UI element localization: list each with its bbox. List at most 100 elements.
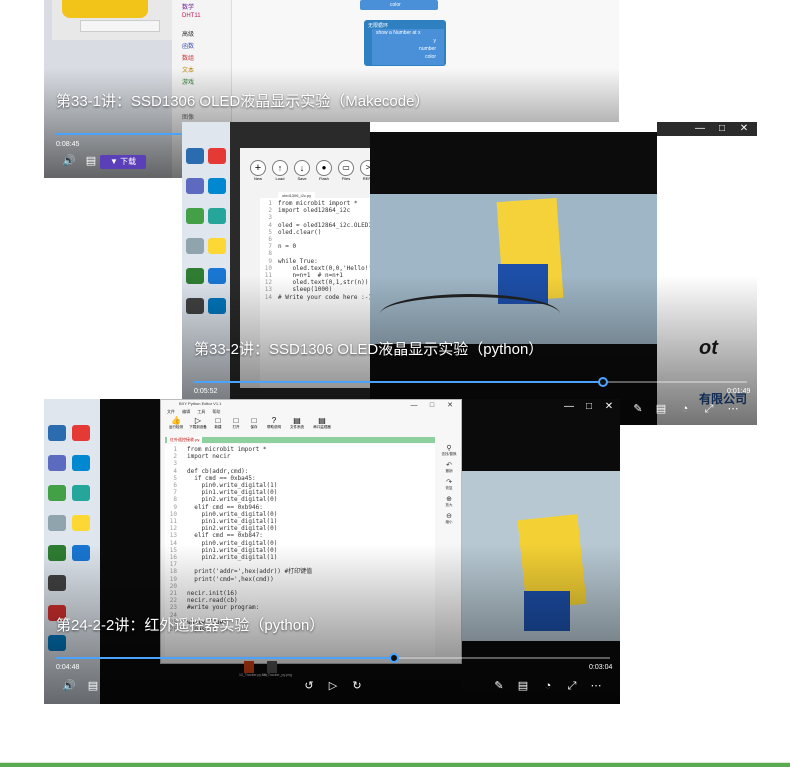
desktop-icon	[48, 485, 66, 501]
desktop-icon	[208, 238, 226, 254]
line-number: 18	[169, 568, 177, 576]
line-number: 17	[169, 561, 177, 569]
toolbar-button-new[interactable]: + New	[248, 160, 268, 181]
subtitle-icon[interactable]: ▤	[86, 679, 100, 693]
progress-fill	[56, 657, 394, 659]
desktop-icon	[208, 208, 226, 224]
sidebar-item[interactable]: DHT11	[182, 13, 201, 19]
line-number: 1	[268, 200, 272, 207]
more-icon[interactable]: ⋯	[589, 679, 603, 693]
close-icon[interactable]: ✕	[602, 401, 616, 413]
toolbar-button[interactable]: □ 新建	[209, 416, 227, 430]
desktop-icon	[48, 455, 66, 471]
code-block[interactable]: color	[360, 0, 438, 10]
editor-tab[interactable]: 红外遥控接收.py	[167, 437, 203, 443]
line-numbers: 1 2 3 4 5 6 7 8 9 10 11 12 13 14	[260, 200, 272, 301]
maximize-icon[interactable]: □	[582, 401, 596, 413]
code-line: pin1.write_digital(1)	[187, 518, 278, 526]
desktop-icon	[186, 178, 204, 194]
code-line: pin0.write_digital(0)	[187, 510, 278, 518]
menu-bar: 文件 编辑 工具 帮助	[167, 409, 220, 415]
pen-icon[interactable]: ✎	[631, 402, 645, 416]
toolbar-button-save[interactable]: ↓ Save	[292, 160, 312, 181]
caption-icon[interactable]: ▤	[654, 402, 668, 416]
video-card-3[interactable]: BXY Python Editor V1.1 — □ ✕ 文件 编辑 工具 帮助…	[44, 399, 620, 704]
toolbar-button[interactable]: □ 保存	[245, 416, 263, 430]
line-number: 14	[264, 293, 272, 301]
speed-icon[interactable]: ◔	[678, 402, 692, 416]
fullscreen-icon[interactable]: ⤢	[702, 402, 716, 416]
zoom-in-tool[interactable]: ⊕ 放大	[437, 495, 461, 508]
caption-icon[interactable]: ▤	[516, 679, 530, 693]
progress-knob[interactable]	[388, 653, 399, 663]
close-icon[interactable]: ✕	[737, 123, 751, 135]
sidebar-item[interactable]: 游戏	[182, 77, 194, 86]
menu-item[interactable]: 工具	[197, 409, 205, 414]
forward-icon[interactable]: ↻	[350, 679, 364, 693]
sidebar-item[interactable]: 文本	[182, 65, 194, 74]
maximize-icon[interactable]: □	[425, 400, 439, 412]
line-number: 21	[169, 590, 177, 598]
line-number: 2	[173, 453, 177, 461]
volume-icon[interactable]: 🔊	[62, 154, 76, 168]
desktop-icon	[208, 298, 226, 314]
code-line: pin2.write_digital(0)	[187, 525, 278, 533]
toolbar-button[interactable]: ▤ 文件系统	[285, 416, 309, 430]
menu-item[interactable]: 文件	[167, 409, 175, 414]
taskbar-file[interactable]: 10_Tracker.py.hex	[239, 661, 267, 677]
browser-window: — □ ✕ ot 有限公司	[657, 122, 757, 425]
rewind-icon[interactable]: ↺	[302, 679, 316, 693]
redo-tool[interactable]: ↷ 恢复	[437, 478, 461, 491]
code-line: pin2.write_digital(0)	[187, 496, 278, 504]
volume-icon[interactable]: 🔊	[62, 679, 76, 693]
undo-tool[interactable]: ↶ 撤销	[437, 461, 461, 474]
download-button[interactable]: ▼ 下载	[100, 155, 147, 169]
toolbar-button[interactable]: ? 帮助说明	[263, 416, 285, 430]
toolbar-button[interactable]: ▤ 串口监视器	[309, 416, 335, 430]
close-icon[interactable]: ✕	[443, 400, 457, 412]
video-card-2[interactable]: + New ↑ Load ↓ Save ● Flash ▭ Files > REPL ole…	[182, 122, 757, 425]
more-icon[interactable]: ⋯	[726, 402, 740, 416]
toolbar-button[interactable]: □ 打开	[227, 416, 245, 430]
code-line: necir.read(cb)	[187, 597, 238, 605]
toolbar-button-load[interactable]: ↑ Load	[270, 160, 290, 181]
code-line: pin2.write_digital(1)	[187, 554, 278, 562]
code-line: from microbit import *	[187, 446, 267, 453]
find-replace-tool[interactable]: ⚲ 查找/替换	[437, 444, 461, 457]
minimize-icon[interactable]: —	[693, 123, 707, 135]
sidebar-item[interactable]: 数学	[182, 2, 194, 11]
zoom-out-tool[interactable]: ⊖ 缩小	[437, 512, 461, 525]
speed-icon[interactable]: ◔	[541, 679, 555, 693]
sidebar-item[interactable]: 图像	[182, 112, 194, 121]
maximize-icon[interactable]: □	[715, 123, 729, 135]
sidebar-item[interactable]: 数组	[182, 53, 194, 62]
forever-block[interactable]: 无限循环 show a Number at x y number color	[364, 20, 446, 66]
toolbar-button-files[interactable]: ▭ Files	[336, 160, 356, 181]
menu-item[interactable]: 帮助	[212, 409, 220, 414]
toolbar-button-flash[interactable]: ● Flash	[314, 160, 334, 181]
line-number: 23	[169, 604, 177, 612]
line-number: 3	[268, 214, 272, 222]
code-line: import necir	[187, 453, 231, 461]
pen-icon[interactable]: ✎	[492, 679, 506, 693]
toolbar-button[interactable]: ▷ 下载到设备	[187, 416, 209, 430]
code-line: print('cmd=',hex(cmd))	[187, 575, 274, 583]
line-number: 13	[264, 286, 272, 294]
toolbar-button[interactable]: 👍 运行检测	[165, 416, 187, 430]
sidebar-item[interactable]: 函数	[182, 41, 194, 50]
fullscreen-icon[interactable]: ⤢	[565, 679, 579, 693]
progress-bar[interactable]	[56, 657, 610, 659]
video-title: 第33-1讲：SSD1306 OLED液晶显示实验（Makecode）	[56, 93, 430, 110]
subtitle-icon[interactable]: ▤	[84, 154, 98, 168]
minimize-icon[interactable]: —	[562, 401, 576, 413]
code-line: pin1.write_digital(0)	[187, 546, 278, 554]
sidebar-item[interactable]: 高级	[182, 29, 194, 38]
desktop-icon	[72, 455, 90, 471]
progress-bar[interactable]	[194, 381, 747, 383]
taskbar-file[interactable]: 10_Tracker_py.png	[262, 661, 292, 677]
minimize-icon[interactable]: —	[407, 400, 421, 412]
line-number: 11	[169, 518, 177, 526]
menu-item[interactable]: 编辑	[182, 409, 190, 414]
play-icon[interactable]: ▷	[326, 679, 340, 693]
desktop-icon	[72, 545, 90, 561]
